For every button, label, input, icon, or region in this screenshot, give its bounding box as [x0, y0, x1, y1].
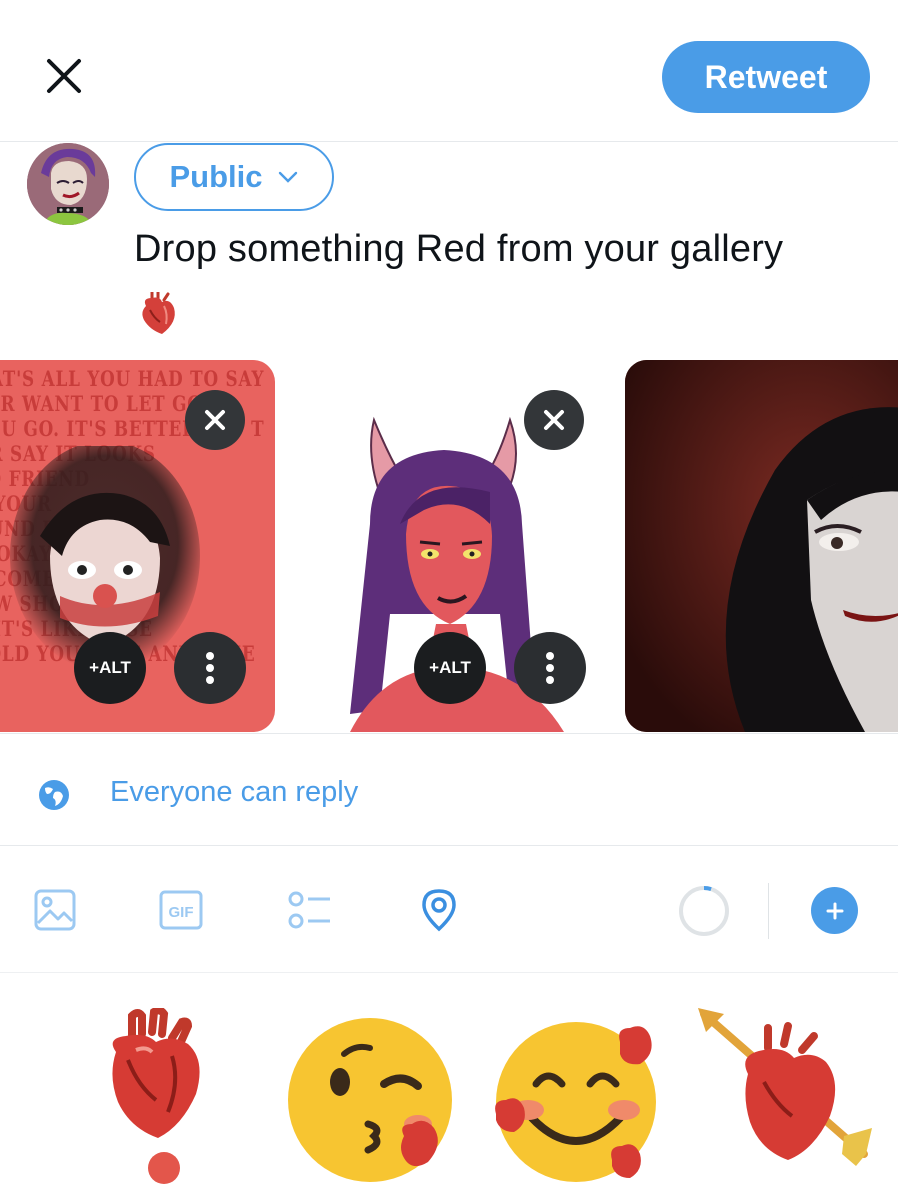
gif-icon[interactable]: GIF: [158, 887, 204, 933]
media-item-2[interactable]: +ALT: [320, 360, 600, 732]
heart-with-arrow-sticker[interactable]: [694, 1004, 878, 1188]
close-icon: [205, 410, 225, 430]
media-item-1[interactable]: HAT'S ALL YOU HAD TO SAYVER WANT TO LET …: [0, 360, 275, 732]
anatomical-heart-icon: [138, 290, 178, 336]
wall-text-line: HAT'S ALL YOU HAD TO SAY: [0, 366, 265, 391]
kissing-face-with-heart-sticker[interactable]: [284, 1012, 460, 1188]
audience-selector[interactable]: Public: [134, 143, 334, 211]
image-icon[interactable]: [32, 887, 78, 933]
remove-media-2-button[interactable]: [524, 390, 584, 450]
wall-text-line: VER WANT TO LET GO: [0, 391, 203, 416]
poll-icon[interactable]: [286, 887, 332, 933]
portrait-illustration: [625, 360, 898, 732]
top-bar: Retweet: [0, 0, 898, 142]
audience-label: Public: [169, 159, 263, 194]
character-counter-ring: [679, 886, 729, 936]
more-vertical-icon: [206, 652, 214, 684]
reply-settings-label[interactable]: Everyone can reply: [110, 776, 358, 809]
location-icon[interactable]: [416, 887, 462, 933]
media-item-3[interactable]: [625, 360, 898, 732]
media-carousel[interactable]: HAT'S ALL YOU HAD TO SAYVER WANT TO LET …: [0, 360, 898, 732]
chevron-down-icon: [278, 171, 297, 183]
retweet-button[interactable]: Retweet: [662, 41, 870, 113]
remove-media-1-button[interactable]: [185, 390, 245, 450]
smiling-face-with-hearts-sticker[interactable]: [488, 1014, 664, 1190]
wall-text-line: YOU GO. IT'S BETTER OFF T: [0, 416, 265, 441]
tweet-text[interactable]: Drop something Red from your gallery: [134, 228, 783, 271]
globe-icon: [39, 780, 69, 810]
alt-text-2-button[interactable]: +ALT: [414, 632, 486, 704]
alt-text-1-button[interactable]: +ALT: [74, 632, 146, 704]
toolbar-divider: [768, 883, 769, 939]
avatar[interactable]: [27, 143, 109, 225]
close-icon[interactable]: [40, 52, 88, 100]
reply-settings[interactable]: Everyone can reply: [0, 733, 898, 846]
close-icon: [544, 410, 564, 430]
compose-toolbar: GIF: [0, 847, 898, 973]
emoji-suggestions: [0, 974, 898, 1200]
add-thread-button[interactable]: [811, 887, 858, 934]
anatomical-heart-exclamation-sticker[interactable]: [102, 1008, 212, 1184]
plus-icon: [826, 902, 843, 919]
more-vertical-icon: [546, 652, 554, 684]
gif-label: GIF: [169, 904, 194, 921]
more-options-1-button[interactable]: [174, 632, 246, 704]
more-options-2-button[interactable]: [514, 632, 586, 704]
